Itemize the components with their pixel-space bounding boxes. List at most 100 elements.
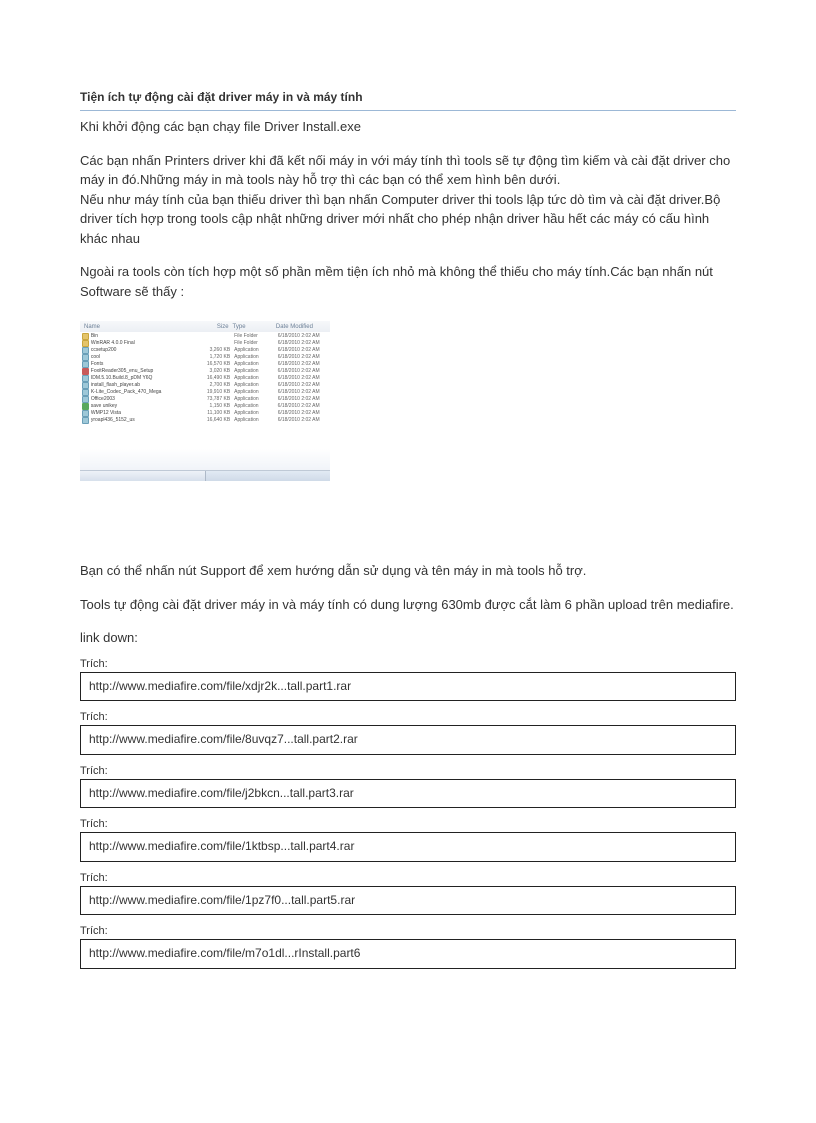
file-name: FoxitReader305_enu_Setup	[91, 368, 192, 375]
file-date: 6/18/2010 2:02 AM	[278, 333, 328, 340]
file-name: WinRAR 4.0.0 Final	[91, 340, 192, 347]
download-link[interactable]: http://www.mediafire.com/file/8uvqz7...t…	[89, 732, 358, 746]
file-date: 6/18/2010 2:02 AM	[278, 396, 328, 403]
document-page: Tiện ích tự động cài đặt driver máy in v…	[0, 0, 816, 1009]
download-links-section: Trích: http://www.mediafire.com/file/xdjr…	[80, 658, 736, 970]
file-size: 19,910 KB	[191, 389, 230, 396]
file-size: 3,020 KB	[191, 368, 230, 375]
file-icon	[82, 403, 89, 410]
file-name: Bin	[91, 333, 192, 340]
file-row: cool1,720 KBApplication6/18/2010 2:02 AM	[82, 354, 328, 361]
file-listing-body: BinFile Folder6/18/2010 2:02 AMWinRAR 4.…	[80, 332, 330, 425]
file-type: Application	[230, 396, 278, 403]
download-link-box: http://www.mediafire.com/file/8uvqz7...t…	[80, 725, 736, 755]
file-icon	[82, 368, 89, 375]
file-date: 6/18/2010 2:02 AM	[278, 410, 328, 417]
file-row: Office200373,787 KBApplication6/18/2010 …	[82, 396, 328, 403]
file-row: ccsetup2003,260 KBApplication6/18/2010 2…	[82, 347, 328, 354]
file-size: 1,150 KB	[191, 403, 230, 410]
file-icon	[82, 361, 89, 368]
intro-text: Khi khởi động các bạn chạy file Driver I…	[80, 117, 736, 137]
file-date: 6/18/2010 2:02 AM	[278, 361, 328, 368]
file-type: Application	[230, 375, 278, 382]
file-size: 16,570 KB	[191, 361, 230, 368]
file-date: 6/18/2010 2:02 AM	[278, 347, 328, 354]
file-icon	[82, 333, 89, 340]
file-name: K-Lite_Codec_Pack_470_Mega	[91, 389, 192, 396]
file-listing-footer	[80, 470, 330, 481]
quote-label: Trích:	[80, 872, 736, 884]
file-row: IDM.5.10.Build.8_pDM Y6Q16,490 KBApplica…	[82, 375, 328, 382]
download-link[interactable]: http://www.mediafire.com/file/1ktbsp...t…	[89, 839, 354, 853]
file-icon	[82, 375, 89, 382]
paragraph-1: Các bạn nhấn Printers driver khi đã kết …	[80, 151, 736, 190]
file-type: Application	[230, 368, 278, 375]
file-date: 6/18/2010 2:02 AM	[278, 368, 328, 375]
download-link-box: http://www.mediafire.com/file/m7o1dl...r…	[80, 939, 736, 969]
file-icon	[82, 417, 89, 424]
file-date: 6/18/2010 2:02 AM	[278, 382, 328, 389]
col-header-date: Date Modified	[276, 324, 326, 330]
paragraph-3: Ngoài ra tools còn tích hợp một số phần …	[80, 262, 736, 301]
download-link-box: http://www.mediafire.com/file/1pz7f0...t…	[80, 886, 736, 916]
file-name: yroapl436_5152_us	[91, 417, 192, 424]
quote-label: Trích:	[80, 658, 736, 670]
file-name: Office2003	[91, 396, 192, 403]
file-size: 2,700 KB	[191, 382, 230, 389]
file-type: Application	[230, 347, 278, 354]
file-size: 16,640 KB	[191, 417, 230, 424]
file-row: WMP12 Vista11,100 KBApplication6/18/2010…	[82, 410, 328, 417]
file-date: 6/18/2010 2:02 AM	[278, 389, 328, 396]
file-date: 6/18/2010 2:02 AM	[278, 417, 328, 424]
file-name: ccsetup200	[91, 347, 192, 354]
col-header-size: Size	[190, 324, 229, 330]
file-icon	[82, 354, 89, 361]
download-link[interactable]: http://www.mediafire.com/file/m7o1dl...r…	[89, 946, 360, 960]
file-date: 6/18/2010 2:02 AM	[278, 375, 328, 382]
file-icon	[82, 410, 89, 417]
link-down-label: link down:	[80, 628, 736, 648]
download-link[interactable]: http://www.mediafire.com/file/xdjr2k...t…	[89, 679, 351, 693]
file-size: 3,260 KB	[191, 347, 230, 354]
file-listing-screenshot: Name Size Type Date Modified Bin File Fol…	[80, 321, 330, 481]
col-header-name: Name	[84, 324, 190, 330]
file-name: install_flash_player.ab	[91, 382, 192, 389]
page-title: Tiện ích tự động cài đặt driver máy in v…	[80, 90, 736, 104]
file-type: Application	[230, 361, 278, 368]
download-link[interactable]: http://www.mediafire.com/file/1pz7f0...t…	[89, 893, 355, 907]
file-size: 11,100 KB	[191, 410, 230, 417]
file-size: 1,720 KB	[191, 354, 230, 361]
quote-label: Trích:	[80, 765, 736, 777]
col-header-type: Type	[229, 324, 276, 330]
file-row: Bin File Folder6/18/2010 2:02 AM	[82, 333, 328, 340]
file-date: 6/18/2010 2:02 AM	[278, 340, 328, 347]
quote-label: Trích:	[80, 818, 736, 830]
file-icon	[82, 382, 89, 389]
download-link[interactable]: http://www.mediafire.com/file/j2bkcn...t…	[89, 786, 354, 800]
title-separator	[80, 110, 736, 111]
paragraph-2: Nếu như máy tính của bạn thiếu driver th…	[80, 190, 736, 249]
download-link-box: http://www.mediafire.com/file/xdjr2k...t…	[80, 672, 736, 702]
paragraph-5: Tools tự động cài đặt driver máy in và m…	[80, 595, 736, 615]
file-size: 73,787 KB	[191, 396, 230, 403]
file-type: Application	[230, 354, 278, 361]
file-row: FoxitReader305_enu_Setup3,020 KBApplicat…	[82, 368, 328, 375]
file-type: File Folder	[230, 333, 278, 340]
file-name: save unikey	[91, 403, 192, 410]
file-icon	[82, 347, 89, 354]
file-listing-header: Name Size Type Date Modified	[80, 321, 330, 332]
file-row: WinRAR 4.0.0 Final File Folder6/18/2010 2…	[82, 340, 328, 347]
file-type: File Folder	[230, 340, 278, 347]
file-date: 6/18/2010 2:02 AM	[278, 354, 328, 361]
file-icon	[82, 389, 89, 396]
file-row: Fonts16,570 KBApplication6/18/2010 2:02 …	[82, 361, 328, 368]
file-date: 6/18/2010 2:02 AM	[278, 403, 328, 410]
download-link-box: http://www.mediafire.com/file/j2bkcn...t…	[80, 779, 736, 809]
file-name: WMP12 Vista	[91, 410, 192, 417]
file-name: IDM.5.10.Build.8_pDM Y6Q	[91, 375, 192, 382]
quote-label: Trích:	[80, 711, 736, 723]
file-row: save unikey1,150 KBApplication6/18/2010 …	[82, 403, 328, 410]
paragraph-4: Bạn có thể nhấn nút Support để xem hướng…	[80, 561, 736, 581]
file-icon	[82, 340, 89, 347]
file-size: 16,490 KB	[191, 375, 230, 382]
